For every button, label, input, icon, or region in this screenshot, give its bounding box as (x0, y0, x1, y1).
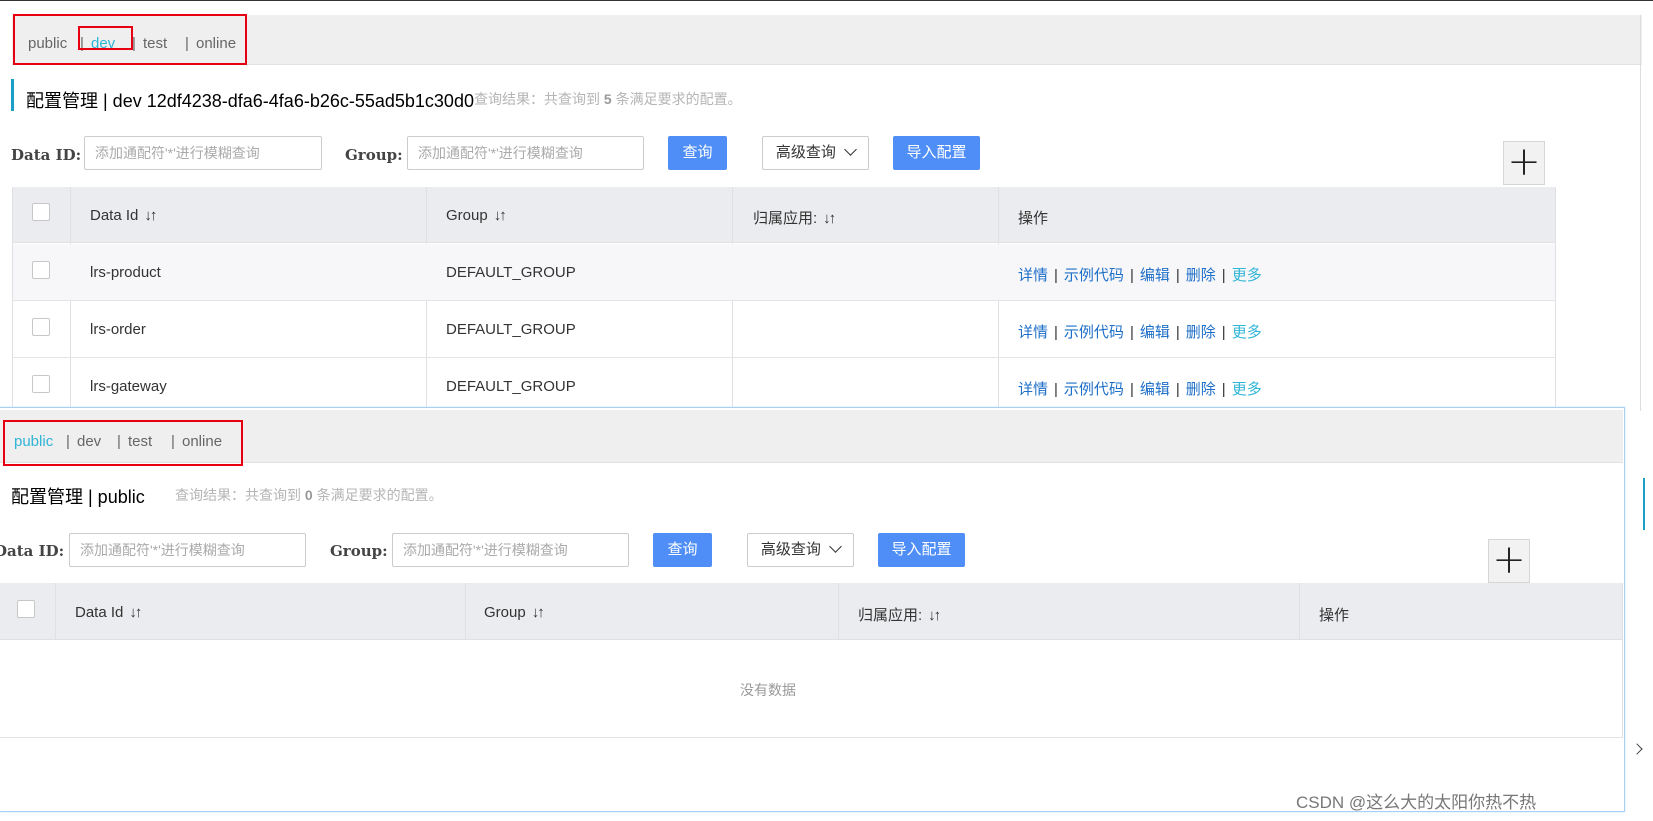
group-input[interactable]: 添加通配符'*'进行模糊查询 (407, 136, 644, 170)
table-row (13, 244, 1555, 300)
sample-code-link[interactable]: 示例代码 (1064, 324, 1124, 341)
edit-link[interactable]: 编辑 (1140, 381, 1170, 398)
row-checkbox[interactable] (32, 318, 50, 336)
import-config-button[interactable]: 导入配置 (893, 136, 980, 170)
detail-link[interactable]: 详情 (1018, 324, 1048, 341)
chevron-down-icon (844, 143, 857, 156)
data-id-input[interactable]: 添加通配符'*'进行模糊查询 (84, 136, 322, 170)
advanced-query-label: 高级查询 (775, 144, 836, 161)
more-link[interactable]: 更多 (1232, 324, 1262, 341)
sample-code-link[interactable]: 示例代码 (1064, 381, 1124, 398)
config-panel-public: public | dev | test | online 配置管理 | publ… (0, 407, 1625, 812)
data-id-input[interactable]: 添加通配符'*'进行模糊查询 (69, 533, 306, 567)
empty-table-message: 没有数据 (740, 682, 796, 698)
detail-link[interactable]: 详情 (1018, 267, 1048, 284)
config-panel-dev: public | dev | test | online 配置管理 | dev … (0, 1, 1653, 411)
query-button[interactable]: 查询 (668, 136, 727, 170)
header-data-id[interactable]: Data Id ↓↑ (75, 604, 142, 621)
cell-data-id: lrs-gateway (90, 378, 167, 395)
detail-link[interactable]: 详情 (1018, 381, 1048, 398)
select-all-checkbox[interactable] (32, 203, 50, 221)
cell-data-id: lrs-product (90, 264, 161, 281)
namespace-bar (12, 15, 1642, 65)
add-config-button[interactable]: + (1503, 141, 1545, 185)
row-checkbox[interactable] (32, 375, 50, 393)
chevron-down-icon (829, 540, 842, 553)
column-divider (465, 583, 466, 640)
watermark: CSDN @这么大的太阳你热不热 (1296, 793, 1537, 812)
row-operations: 详情 | 示例代码 | 编辑 | 删除 | 更多 (1018, 267, 1262, 284)
delete-link[interactable]: 删除 (1186, 267, 1216, 284)
sample-code-link[interactable]: 示例代码 (1064, 267, 1124, 284)
sort-icon[interactable]: ↓↑ (494, 207, 507, 224)
edit-link[interactable]: 编辑 (1140, 267, 1170, 284)
scrollbar-track[interactable] (1640, 15, 1641, 411)
table-right-border (1555, 187, 1556, 411)
header-app[interactable]: 归属应用: ↓↑ (753, 207, 836, 228)
group-label: Group: (345, 146, 403, 164)
header-group[interactable]: Group ↓↑ (446, 207, 507, 224)
header-app[interactable]: 归属应用: ↓↑ (858, 604, 941, 625)
advanced-query-button[interactable]: 高级查询 (747, 533, 854, 567)
edit-link[interactable]: 编辑 (1140, 324, 1170, 341)
data-id-label: Data ID: (11, 146, 82, 164)
more-link[interactable]: 更多 (1232, 381, 1262, 398)
row-operations: 详情 | 示例代码 | 编辑 | 删除 | 更多 (1018, 381, 1262, 398)
sort-icon[interactable]: ↓↑ (144, 207, 157, 224)
group-input[interactable]: 添加通配符'*'进行模糊查询 (392, 533, 629, 567)
cell-data-id: lrs-order (90, 321, 146, 338)
table-right-border (1622, 583, 1623, 738)
sort-icon[interactable]: ↓↑ (129, 604, 142, 621)
column-divider (838, 583, 839, 640)
cell-group: DEFAULT_GROUP (446, 321, 576, 338)
header-data-id[interactable]: Data Id ↓↑ (90, 207, 157, 224)
sort-icon[interactable]: ↓↑ (928, 607, 941, 624)
advanced-query-button[interactable]: 高级查询 (762, 136, 869, 170)
import-config-button[interactable]: 导入配置 (878, 533, 965, 567)
table-bottom-border (0, 737, 1622, 738)
chevron-right-icon[interactable] (1631, 743, 1643, 755)
query-result-text: 查询结果：共查询到 0 条满足要求的配置。 (175, 487, 443, 503)
query-button[interactable]: 查询 (653, 533, 712, 567)
query-result-text: 查询结果：共查询到 5 条满足要求的配置。 (474, 91, 742, 107)
background-scrollbar[interactable] (1643, 478, 1645, 530)
title-accent-bar (11, 79, 14, 111)
sort-icon[interactable]: ↓↑ (532, 604, 545, 621)
page-title: 配置管理 | public (11, 487, 145, 507)
row-divider (12, 357, 1555, 358)
delete-link[interactable]: 删除 (1186, 381, 1216, 398)
row-operations: 详情 | 示例代码 | 编辑 | 删除 | 更多 (1018, 324, 1262, 341)
cell-group: DEFAULT_GROUP (446, 378, 576, 395)
row-divider (12, 300, 1555, 301)
header-operations: 操作 (1319, 607, 1350, 624)
delete-link[interactable]: 删除 (1186, 324, 1216, 341)
row-checkbox[interactable] (32, 261, 50, 279)
add-config-button[interactable]: + (1488, 539, 1530, 583)
annotation-box-namespaces (3, 420, 243, 466)
annotation-box-dev (78, 26, 133, 50)
group-label: Group: (330, 542, 388, 560)
cell-group: DEFAULT_GROUP (446, 264, 576, 281)
page-title: 配置管理 | dev 12df4238-dfa6-4fa6-b26c-55ad5… (26, 91, 474, 111)
column-divider (1299, 583, 1300, 640)
advanced-query-label: 高级查询 (760, 541, 821, 558)
select-all-checkbox[interactable] (17, 600, 35, 618)
namespace-bar (0, 410, 1623, 463)
sort-icon[interactable]: ↓↑ (823, 210, 836, 227)
column-divider (55, 583, 56, 640)
table-header (0, 583, 1622, 640)
data-id-label: Data ID: (0, 542, 65, 560)
more-link[interactable]: 更多 (1232, 267, 1262, 284)
header-operations: 操作 (1018, 210, 1049, 227)
header-group[interactable]: Group ↓↑ (484, 604, 545, 621)
